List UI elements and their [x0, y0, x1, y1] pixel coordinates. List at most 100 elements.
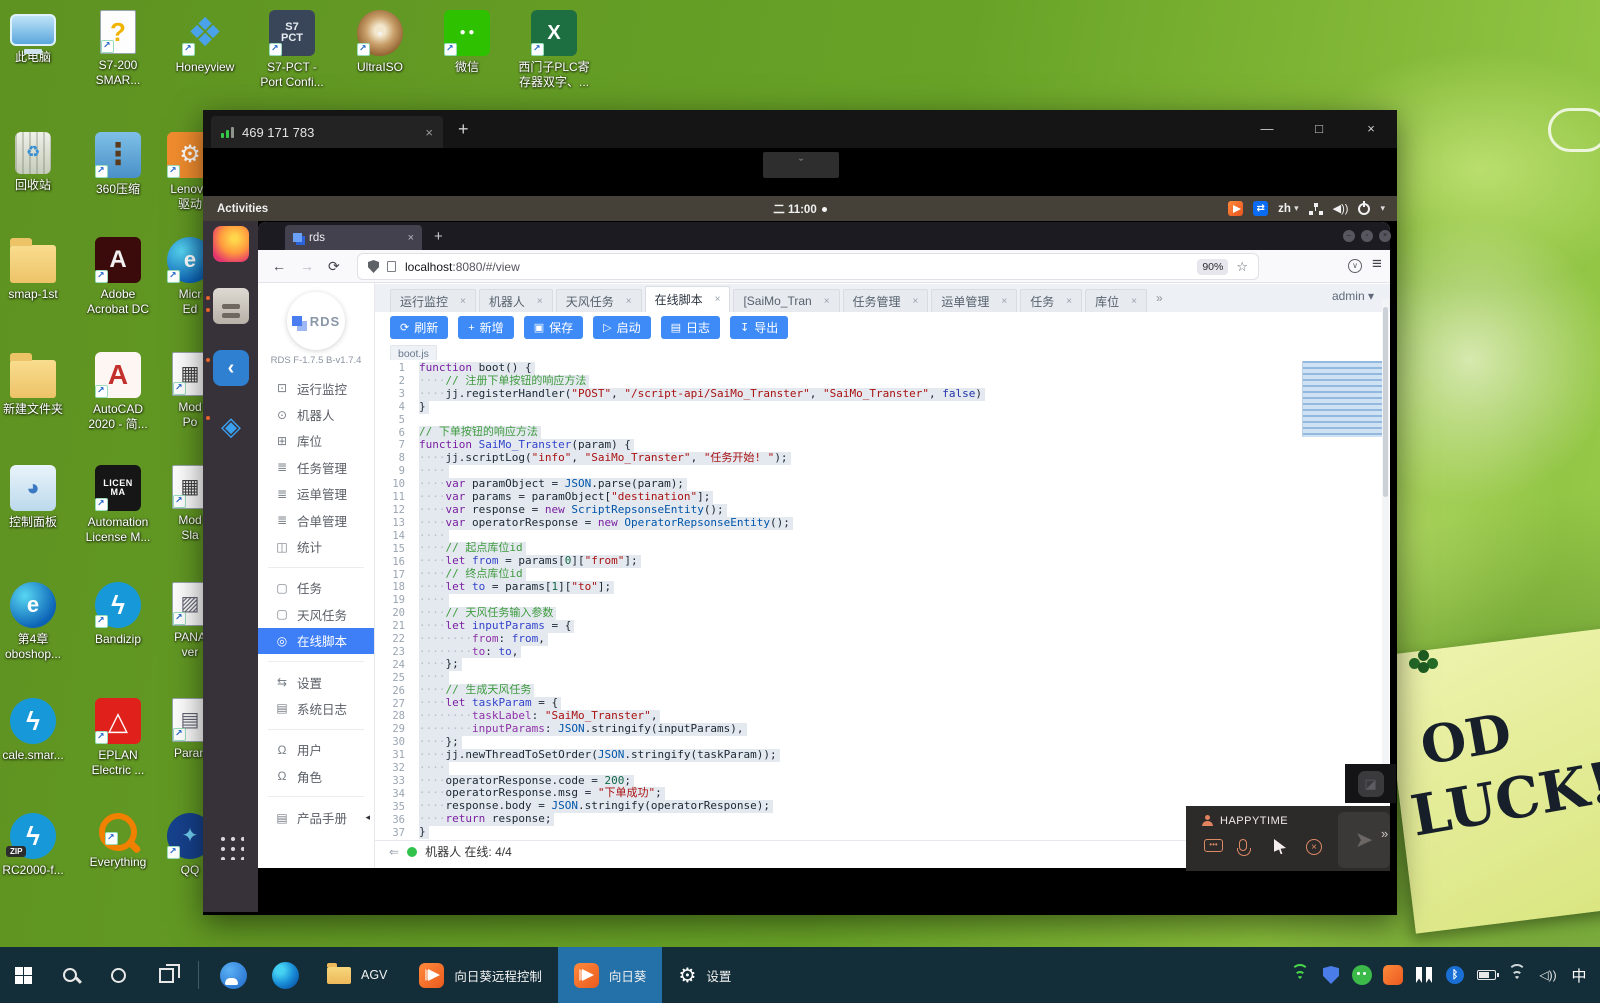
close-tab-icon[interactable]: × — [537, 296, 543, 307]
power-icon[interactable] — [1358, 203, 1370, 215]
app-tab-[SaiMo_Tran[interactable]: [SaiMo_Tran× — [733, 289, 839, 312]
url-bar[interactable]: localhost:8080/#/view 90% ☆ — [358, 254, 1258, 279]
app-tab-库位[interactable]: 库位× — [1085, 289, 1147, 312]
floating-tool-button[interactable]: ◪ — [1345, 764, 1396, 803]
desktop-icon-mypc[interactable]: 此电脑 — [0, 10, 78, 65]
network-icon[interactable] — [1309, 203, 1323, 215]
language-indicator[interactable]: zh ▾ — [1278, 203, 1299, 215]
sidebar-item-合单管理[interactable]: ≣合单管理 — [258, 507, 374, 533]
status-collapse-icon[interactable]: ⇐ — [389, 845, 399, 859]
taskbar-task-向日葵[interactable]: 向日葵 — [558, 947, 663, 1003]
sidebar-item-产品手册[interactable]: ▤产品手册◂ — [258, 804, 374, 830]
desktop-icon-rc2000[interactable]: ϟZIPRC2000-f... — [0, 813, 78, 878]
microphone-icon[interactable] — [1239, 839, 1247, 851]
input-method-indicator[interactable]: 中 — [1568, 963, 1590, 987]
ff-close-button[interactable]: × — [1379, 230, 1391, 242]
new-tab-button[interactable]: + — [434, 228, 443, 245]
启动-button[interactable]: ▷启动 — [593, 316, 650, 339]
close-tab-icon[interactable]: × — [715, 294, 721, 305]
chat-icon[interactable]: ••• — [1204, 839, 1223, 852]
forward-icon[interactable]: → — [300, 258, 314, 274]
desktop-icon-wechat[interactable]: ● ●微信 — [422, 10, 512, 75]
scrollbar-thumb[interactable] — [1383, 307, 1388, 497]
teamviewer-tray-icon[interactable]: ⇄ — [1253, 201, 1268, 216]
desktop-icon-calesmar[interactable]: ϟcale.smar... — [0, 698, 78, 763]
desktop-icon-ch4[interactable]: e第4章oboshop... — [0, 582, 78, 662]
sidebar-item-任务[interactable]: ▢任务 — [258, 575, 374, 601]
desktop-icon-siemens[interactable]: X西门子PLC寄存器双字、... — [509, 10, 599, 90]
app-grid-icon[interactable] — [217, 833, 244, 860]
app-tab-任务管理[interactable]: 任务管理× — [843, 289, 929, 312]
日志-button[interactable]: ▤日志 — [661, 316, 720, 339]
sidebar-item-设置[interactable]: ⇆设置 — [258, 669, 374, 695]
volume-icon[interactable]: ◀)) — [1333, 202, 1349, 215]
battery-icon[interactable] — [1475, 963, 1497, 987]
desktop-icon-recycle[interactable]: ♻回收站 — [0, 132, 78, 193]
sidebar-item-用户[interactable]: Ω用户 — [258, 737, 374, 763]
app-tab-天风任务[interactable]: 天风任务× — [556, 289, 642, 312]
刷新-button[interactable]: ⟳刷新 — [390, 316, 448, 339]
user-menu[interactable]: admin ▾ — [1332, 289, 1374, 303]
ff-minimize-button[interactable]: – — [1343, 230, 1355, 242]
pocket-icon[interactable]: ∨ — [1348, 259, 1362, 273]
新增-button[interactable]: +新增 — [458, 316, 513, 339]
app-tab-运单管理[interactable]: 运单管理× — [931, 289, 1017, 312]
desktop-icon-cpl[interactable]: ◕控制面板 — [0, 465, 78, 530]
sunlogin-tray-icon[interactable] — [1382, 963, 1404, 987]
toolbar-collapse-button[interactable]: ˇ — [763, 152, 839, 178]
close-tab-icon[interactable]: × — [408, 232, 414, 244]
wechat-tray-icon[interactable] — [1351, 963, 1373, 987]
保存-button[interactable]: ▣保存 — [524, 316, 583, 339]
reload-icon[interactable]: ⟳ — [328, 258, 340, 275]
start-button[interactable] — [0, 947, 46, 1003]
sidebar-item-任务管理[interactable]: ≣任务管理 — [258, 454, 374, 480]
new-session-button[interactable]: + — [458, 120, 469, 138]
bluetooth-icon[interactable]: ᛒ — [1444, 963, 1466, 987]
taskbar-task-向日葵远程控制[interactable]: 向日葵远程控制 — [403, 947, 558, 1003]
app-tab-任务[interactable]: 任务× — [1020, 289, 1082, 312]
bookmark-star-icon[interactable]: ☆ — [1236, 259, 1248, 275]
toolbar-expand-chevron[interactable]: » — [1381, 826, 1388, 841]
sidebar-item-运行监控[interactable]: ⊡运行监控 — [258, 375, 374, 401]
remote-app-icon[interactable]: ◈ — [213, 408, 249, 444]
app-tab-运行监控[interactable]: 运行监控× — [390, 289, 476, 312]
security-shield-icon[interactable] — [1320, 963, 1342, 987]
wireless-signal-icon[interactable] — [1506, 963, 1528, 987]
qq-browser-button[interactable] — [207, 947, 259, 1003]
ubuntu-clock[interactable]: 二 11:00 — [203, 201, 1397, 217]
sunlogin-tray-icon[interactable] — [1228, 201, 1243, 216]
taskbar-task-设置[interactable]: ⚙设置 — [662, 947, 747, 1003]
vscode-icon[interactable]: ‹ — [213, 350, 249, 386]
close-tab-icon[interactable]: × — [460, 296, 466, 307]
app-tab-机器人[interactable]: 机器人× — [479, 289, 553, 312]
close-button[interactable]: × — [1345, 110, 1397, 148]
sidebar-item-天风任务[interactable]: ▢天风任务 — [258, 601, 374, 627]
cursor-icon[interactable] — [1274, 839, 1286, 854]
chevron-down-icon[interactable]: ▾ — [1380, 203, 1385, 214]
end-session-icon[interactable]: × — [1306, 839, 1322, 855]
code-editor[interactable]: 1234567891011121314151617181920212223242… — [375, 360, 1390, 839]
collapse-arrow-icon[interactable]: ◂ — [365, 812, 370, 823]
search-button[interactable] — [46, 947, 94, 1003]
archive-manager-icon[interactable] — [213, 288, 249, 324]
ff-maximize-button[interactable]: ▫ — [1361, 230, 1373, 242]
desktop-icon-smap[interactable]: smap-1st — [0, 237, 78, 302]
task-view-button[interactable] — [142, 947, 190, 1003]
maximize-button[interactable]: □ — [1293, 110, 1345, 148]
tracking-shield-icon[interactable] — [368, 260, 379, 273]
sidebar-item-在线脚本[interactable]: ◎在线脚本 — [258, 628, 374, 654]
sidebar-item-统计[interactable]: ◫统计 — [258, 533, 374, 559]
close-tab-icon[interactable]: × — [1001, 296, 1007, 307]
sidebar-item-角色[interactable]: Ω角色 — [258, 763, 374, 789]
remote-session-tab[interactable]: 469 171 783 × — [211, 116, 443, 148]
wifi-icon[interactable] — [1289, 963, 1311, 987]
导出-button[interactable]: ↧导出 — [730, 316, 788, 339]
desktop-icon-s7pct[interactable]: S7 PCTS7-PCT -Port Confi... — [247, 10, 337, 90]
bookmarks-tray-icon[interactable] — [1413, 963, 1435, 987]
close-session-icon[interactable]: × — [425, 125, 433, 140]
sidebar-item-运单管理[interactable]: ≣运单管理 — [258, 481, 374, 507]
firefox-icon[interactable] — [213, 226, 249, 262]
close-tab-icon[interactable]: × — [1066, 296, 1072, 307]
menu-hamburger-icon[interactable]: ≡ — [1372, 254, 1382, 274]
tabs-overflow-chevron[interactable]: » — [1156, 291, 1163, 305]
